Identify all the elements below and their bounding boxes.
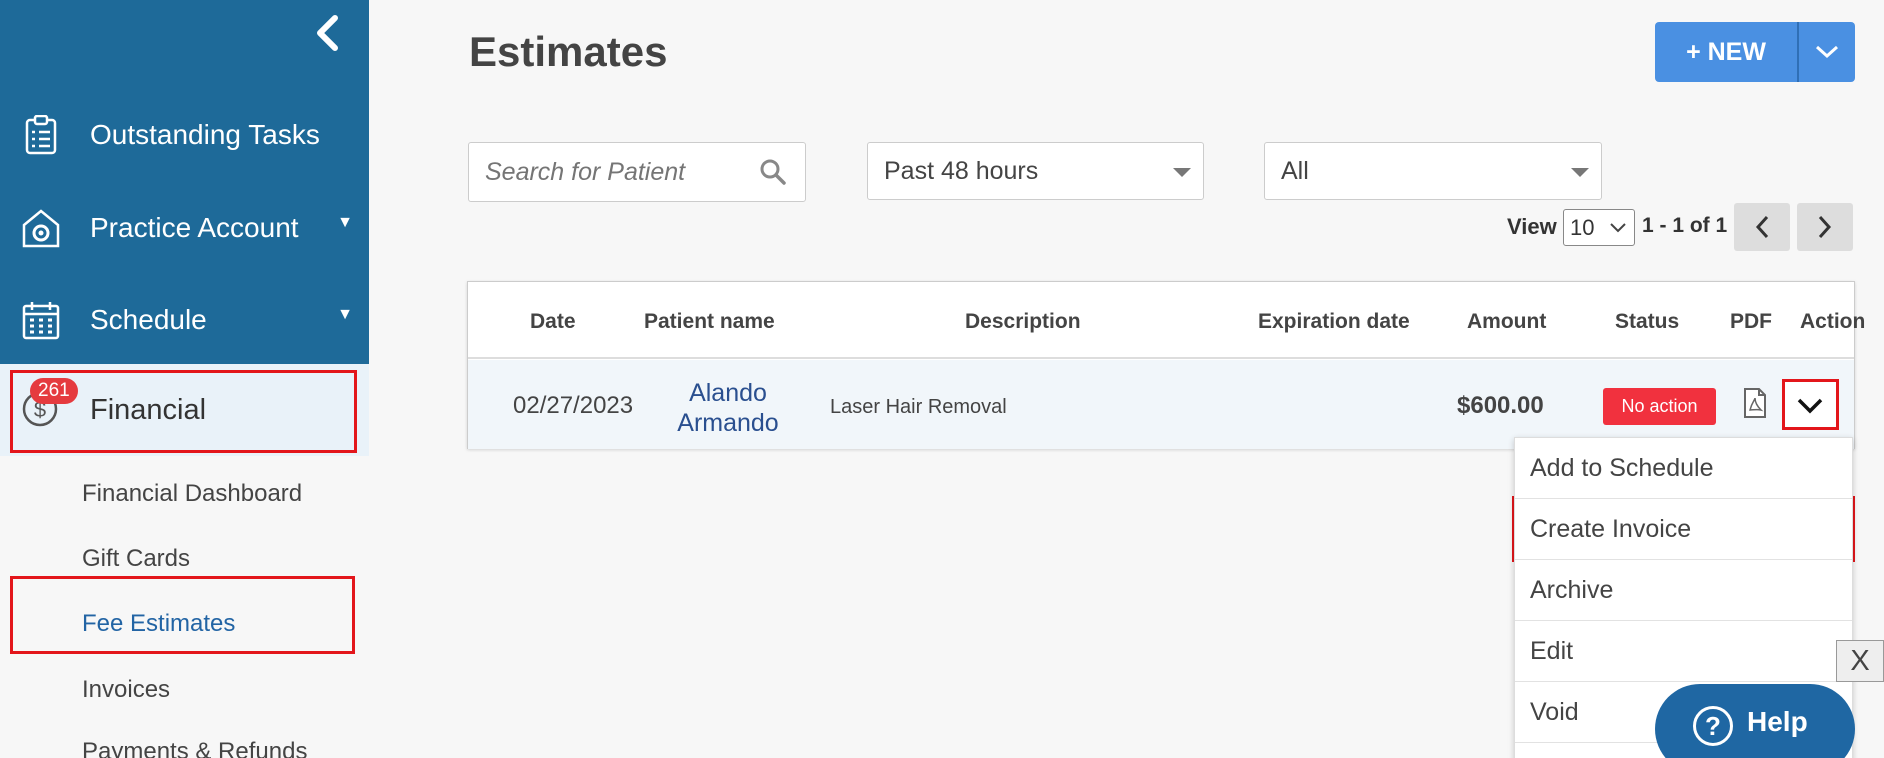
sidebar-item-label: Practice Account <box>90 212 299 243</box>
sidebar-item-label: Schedule <box>90 304 207 335</box>
collapse-sidebar-button[interactable] <box>310 14 344 52</box>
chevron-down-icon <box>1610 223 1626 233</box>
sidebar-item-label: Financial <box>90 393 207 426</box>
column-header-amount[interactable]: Amount <box>1467 310 1546 334</box>
new-button[interactable]: + NEW <box>1655 22 1799 82</box>
sidebar-subitem-financial-dashboard[interactable]: Financial Dashboard <box>82 480 302 508</box>
sidebar-subitem-invoices[interactable]: Invoices <box>82 676 170 704</box>
status-filter-value: All <box>1281 156 1309 185</box>
row-action-dropdown-button[interactable] <box>1784 382 1836 430</box>
pdf-icon[interactable] <box>1743 388 1767 423</box>
column-header-status[interactable]: Status <box>1615 310 1679 334</box>
sidebar: Outstanding Tasks Practice Account ▼ Sch… <box>0 0 369 758</box>
date-range-value: Past 48 hours <box>884 156 1039 185</box>
calendar-icon <box>21 299 61 341</box>
caret-down-icon <box>1571 168 1589 177</box>
page-size-select[interactable]: 10 <box>1563 209 1635 246</box>
sidebar-item-outstanding-tasks[interactable]: Outstanding Tasks <box>0 95 369 175</box>
gear-house-icon <box>21 207 61 249</box>
pagination-range: 1 - 1 of 1 <box>1642 214 1728 237</box>
search-icon[interactable] <box>759 158 787 191</box>
view-label: View <box>1507 214 1557 239</box>
page-size-value: 10 <box>1570 214 1595 240</box>
date-range-select[interactable]: Past 48 hours <box>867 142 1204 200</box>
sidebar-subitem-fee-estimates[interactable]: Fee Estimates <box>82 610 235 638</box>
help-button[interactable]: ? Help <box>1655 684 1855 758</box>
column-header-description[interactable]: Description <box>965 310 1081 334</box>
estimates-table: Date Patient name Description Expiration… <box>467 281 1865 449</box>
menu-item-edit[interactable]: Edit <box>1515 621 1852 682</box>
menu-item-add-to-schedule[interactable]: Add to Schedule <box>1515 438 1852 499</box>
table-header: Date Patient name Description Expiration… <box>468 282 1865 359</box>
caret-down-icon: ▼ <box>337 214 353 231</box>
chevron-right-icon <box>1818 215 1832 239</box>
patient-last-name: Armando <box>677 409 779 437</box>
patient-search <box>468 142 806 202</box>
chevron-down-icon <box>1815 45 1839 59</box>
search-input[interactable] <box>469 143 739 201</box>
column-header-pdf: PDF <box>1730 310 1772 333</box>
status-badge: No action <box>1603 388 1716 425</box>
page-title: Estimates <box>469 28 668 75</box>
column-header-action: Action <box>1800 310 1866 333</box>
sidebar-item-practice-account[interactable]: Practice Account ▼ <box>0 188 369 268</box>
caret-down-icon <box>1173 168 1191 177</box>
patient-first-name: Alando <box>689 379 767 407</box>
chevron-left-icon <box>1755 215 1769 239</box>
patient-name-link[interactable]: Alando Armando <box>648 378 808 438</box>
sidebar-subitem-payments-refunds[interactable]: Payments & Refunds <box>82 738 307 758</box>
estimate-amount: $600.00 <box>1457 392 1544 419</box>
new-button-group: + NEW <box>1655 22 1855 82</box>
estimate-description: Laser Hair Removal <box>830 396 1007 418</box>
caret-down-icon: ▼ <box>337 306 353 323</box>
column-header-date[interactable]: Date <box>530 310 576 334</box>
close-button[interactable]: X <box>1836 640 1884 682</box>
previous-page-button[interactable] <box>1734 203 1790 251</box>
next-page-button[interactable] <box>1797 203 1853 251</box>
sidebar-subitem-gift-cards[interactable]: Gift Cards <box>82 545 190 573</box>
menu-item-archive[interactable]: Archive <box>1515 560 1852 621</box>
question-icon: ? <box>1693 706 1733 746</box>
notification-badge: 261 <box>30 378 78 404</box>
status-filter-select[interactable]: All <box>1264 142 1602 200</box>
help-label: Help <box>1747 706 1808 737</box>
column-header-patient-name[interactable]: Patient name <box>644 310 775 334</box>
chevron-down-icon <box>1797 398 1823 414</box>
estimate-date: 02/27/2023 <box>513 392 634 419</box>
sidebar-item-schedule[interactable]: Schedule ▼ <box>0 280 369 360</box>
chevron-left-icon <box>317 15 338 51</box>
column-header-expiration-date[interactable]: Expiration date <box>1258 310 1410 334</box>
sidebar-item-label: Outstanding Tasks <box>90 119 320 150</box>
clipboard-list-icon <box>21 114 61 156</box>
menu-item-create-invoice[interactable]: Create Invoice <box>1515 499 1852 560</box>
new-dropdown-button[interactable] <box>1799 22 1855 82</box>
